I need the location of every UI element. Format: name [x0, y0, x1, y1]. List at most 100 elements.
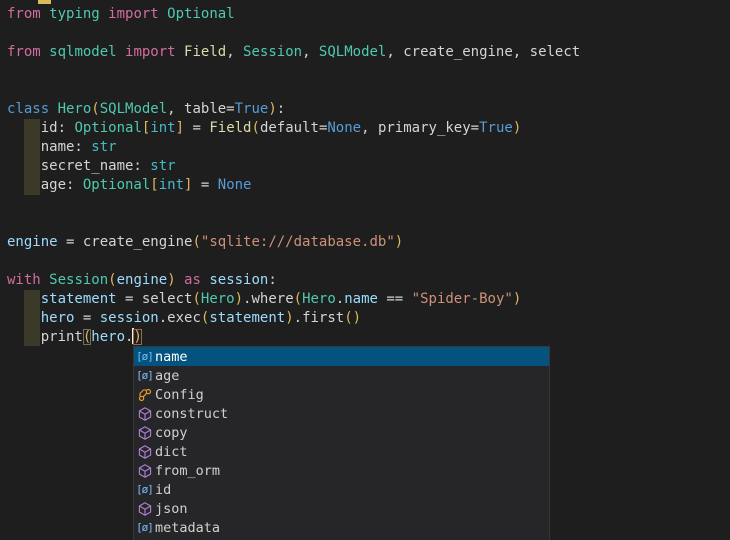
code-line: from typing import Optional: [0, 5, 730, 24]
suggestion-label: name: [155, 349, 188, 365]
code-token: [: [150, 177, 158, 193]
code-token: Hero: [302, 291, 336, 307]
code-line: print(hero.): [0, 328, 730, 347]
suggestion-item[interactable]: [ø]id: [134, 480, 549, 499]
suggestion-item[interactable]: copy: [134, 423, 549, 442]
code-line: [0, 62, 730, 81]
code-token: sqlmodel: [49, 44, 116, 60]
code-token: create_engine: [83, 234, 193, 250]
autocomplete-popup: [ø]name[ø]ageConfigconstructcopydictfrom…: [133, 346, 550, 540]
code-line: with Session(engine) as session:: [0, 271, 730, 290]
code-token: None: [327, 120, 361, 136]
method-symbol-icon: [134, 406, 155, 422]
suggestion-item[interactable]: json: [134, 499, 549, 518]
code-token: .: [336, 291, 344, 307]
method-symbol-icon: [134, 425, 155, 441]
code-token: ): [395, 234, 403, 250]
code-token: (: [91, 101, 99, 117]
suggestion-item[interactable]: Config: [134, 385, 549, 404]
code-token: True: [479, 120, 513, 136]
code-line: hero = session.exec(statement).first(): [0, 309, 730, 328]
code-token: engine: [7, 234, 58, 250]
code-token: (: [252, 120, 260, 136]
code-token: secret_name:: [7, 158, 150, 174]
class-symbol-icon: [134, 387, 155, 403]
code-token: ): [133, 329, 141, 345]
code-line: class Hero(SQLModel, table=True):: [0, 100, 730, 119]
code-token: , table=: [167, 101, 234, 117]
field-symbol-icon: [ø]: [134, 483, 155, 496]
field-symbol-icon: [ø]: [134, 521, 155, 534]
code-token: =: [74, 310, 99, 326]
code-token: =: [117, 291, 142, 307]
suggestion-label: age: [155, 368, 179, 384]
code-token: , create_engine, select: [386, 44, 580, 60]
code-token: ): [285, 310, 293, 326]
code-token: with: [7, 272, 49, 288]
code-token: session: [209, 272, 268, 288]
code-token: default=: [260, 120, 327, 136]
suggestion-item[interactable]: [ø]metadata: [134, 518, 549, 537]
suggestion-item-selected[interactable]: [ø]name: [134, 347, 549, 366]
code-line: [0, 81, 730, 100]
code-token: import: [100, 6, 167, 22]
code-token: class: [7, 101, 58, 117]
suggestion-item[interactable]: construct: [134, 404, 549, 423]
code-token: engine: [117, 272, 168, 288]
code-token: :: [277, 101, 285, 117]
code-editor: from typing import Optionalfrom sqlmodel…: [0, 0, 730, 540]
code-token: ): [235, 291, 243, 307]
code-token: id:: [7, 120, 74, 136]
method-symbol-icon: [134, 501, 155, 517]
code-line: name: str: [0, 138, 730, 157]
suggestion-label: construct: [155, 406, 228, 422]
code-token: Field: [184, 44, 226, 60]
code-token: "Spider-Boy": [412, 291, 513, 307]
suggestion-label: from_orm: [155, 463, 220, 479]
suggestion-label: metadata: [155, 520, 220, 536]
code-token: typing: [49, 6, 100, 22]
suggestion-item[interactable]: from_orm: [134, 461, 549, 480]
code-token: name:: [7, 139, 91, 155]
code-line: [0, 252, 730, 271]
code-token: Field: [209, 120, 251, 136]
code-token: (: [108, 272, 116, 288]
suggestion-label: id: [155, 482, 171, 498]
suggestion-label: copy: [155, 425, 188, 441]
code-token: ): [513, 291, 521, 307]
code-token: select: [142, 291, 193, 307]
code-token: (: [192, 291, 200, 307]
code-line: engine = create_engine("sqlite:///databa…: [0, 233, 730, 252]
suggestion-label: Config: [155, 387, 204, 403]
code-token: name: [344, 291, 378, 307]
code-token: str: [91, 139, 116, 155]
code-token: session: [100, 310, 159, 326]
method-symbol-icon: [134, 444, 155, 460]
code-token: (): [344, 310, 361, 326]
code-token: ): [167, 272, 175, 288]
code-token: Optional: [74, 120, 141, 136]
code-line: from sqlmodel import Field, Session, SQL…: [0, 43, 730, 62]
code-token: from: [7, 6, 49, 22]
code-token: print: [7, 329, 83, 345]
suggestion-label: dict: [155, 444, 188, 460]
code-token: ,: [302, 44, 319, 60]
code-token: from: [7, 44, 49, 60]
code-line: id: Optional[int] = Field(default=None, …: [0, 119, 730, 138]
code-token: =: [58, 234, 83, 250]
field-symbol-icon: [ø]: [134, 369, 155, 382]
suggestion-item[interactable]: dict: [134, 442, 549, 461]
code-token: True: [235, 101, 269, 117]
code-line: age: Optional[int] = None: [0, 176, 730, 195]
suggestion-item[interactable]: [ø]age: [134, 366, 549, 385]
code-token: =: [192, 177, 217, 193]
code-token: .where: [243, 291, 294, 307]
method-symbol-icon: [134, 463, 155, 479]
code-line: [0, 24, 730, 43]
code-line: [0, 195, 730, 214]
code-line: secret_name: str: [0, 157, 730, 176]
code-token: .exec: [159, 310, 201, 326]
code-token: str: [150, 158, 175, 174]
suggestion-label: json: [155, 501, 188, 517]
code-token: Optional: [167, 6, 234, 22]
